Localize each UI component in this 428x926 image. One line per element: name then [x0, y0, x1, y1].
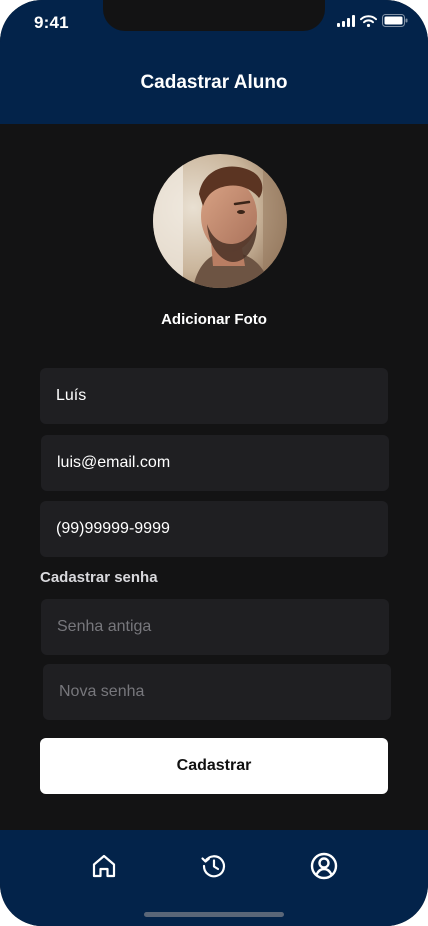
profile-icon	[309, 851, 339, 886]
battery-icon	[382, 14, 408, 32]
phone-field[interactable]	[40, 501, 388, 557]
history-icon	[200, 852, 228, 885]
tab-profile[interactable]	[308, 852, 340, 884]
notch	[103, 0, 325, 31]
header: 9:41 Cadastrar Aluno	[0, 0, 428, 124]
tab-bar	[0, 830, 428, 926]
register-button[interactable]: Cadastrar	[40, 738, 388, 794]
tab-history[interactable]	[198, 852, 230, 884]
wifi-icon	[360, 14, 377, 32]
old-password-field[interactable]	[41, 599, 389, 655]
home-icon	[90, 852, 118, 885]
status-time: 9:41	[34, 13, 69, 32]
page-title: Cadastrar Aluno	[140, 72, 288, 93]
new-password-field[interactable]	[43, 664, 391, 720]
app-screen: 9:41 Cadastrar Aluno Adicionar Foto Luís…	[0, 0, 428, 926]
tab-home[interactable]	[88, 852, 120, 884]
password-section-label: Cadastrar senha	[40, 569, 158, 586]
add-photo-button[interactable]: Adicionar Foto	[0, 311, 428, 328]
name-field[interactable]	[40, 368, 388, 424]
home-indicator	[144, 912, 284, 917]
email-field[interactable]	[41, 435, 389, 491]
status-icons	[337, 14, 408, 32]
avatar[interactable]	[153, 154, 287, 288]
signal-icon	[337, 14, 355, 32]
